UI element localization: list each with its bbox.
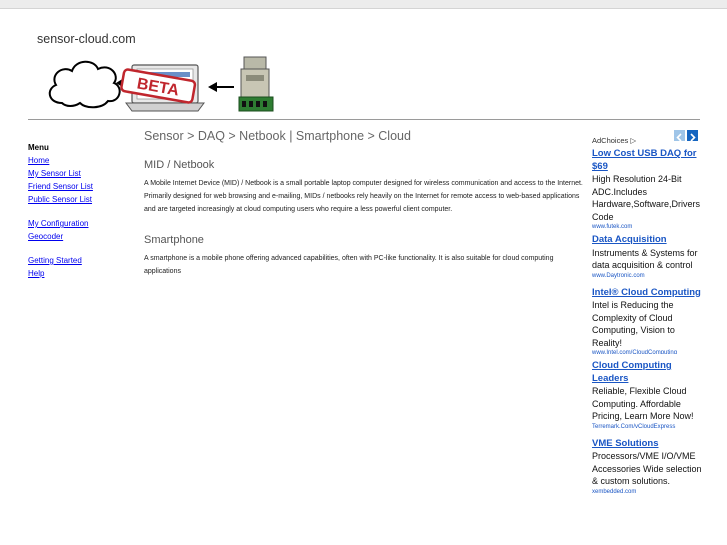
ad-body: High Resolution 24-Bit ADC.Includes Hard… [592,174,701,222]
ads-header: AdChoices ▷ [592,130,702,145]
menu-link-friend-sensor-list[interactable]: Friend Sensor List [28,180,93,193]
banner-illustration: BETA [48,56,274,112]
section-title: MID / Netbook [144,159,215,171]
ad-title-link[interactable]: Data Acquisition [592,234,702,247]
menu-link-geocoder[interactable]: Geocoder [28,230,93,243]
ad-item: Intel® Cloud Computing Intel is Reducing… [592,287,702,355]
ad-body: Reliable, Flexible Cloud Computing. Affo… [592,386,694,421]
menu-link-getting-started[interactable]: Getting Started [28,254,93,267]
menu-title: Menu [28,143,49,152]
sidebar-menu: Menu Home My Sensor List Friend Sensor L… [28,141,93,280]
ads-column: AdChoices ▷ Low Cost USB DAQ for $69 Hig… [592,130,702,497]
ad-body: Processors/VME I/O/VME Accessories Wide … [592,451,702,486]
ad-prev-button[interactable] [674,130,685,142]
ad-item: Low Cost USB DAQ for $69 High Resolution… [592,148,702,228]
chevron-left-icon [676,133,682,142]
menu-link-my-sensor-list[interactable]: My Sensor List [28,167,93,180]
ad-item: Cloud Computing Leaders Reliable, Flexib… [592,360,702,432]
adchoices-icon: ▷ [630,136,637,145]
main-content: Sensor > DAQ > Netbook | Smartphone > Cl… [144,129,584,278]
ad-title-link[interactable]: Low Cost USB DAQ for $69 [592,148,702,173]
ad-url-link[interactable]: www.Intel.com/CloudComputing [592,349,702,354]
arrow-left-icon [208,82,234,92]
ad-body: Instruments & Systems for data acquisiti… [592,247,698,271]
ad-url-link[interactable]: xembedded.com [592,488,702,497]
adchoices-label[interactable]: AdChoices ▷ [592,136,636,145]
ad-title-link[interactable]: Cloud Computing Leaders [592,360,702,385]
menu-link-help[interactable]: Help [28,267,93,280]
ad-title-link[interactable]: VME Solutions [592,438,702,451]
breadcrumb: Sensor > DAQ > Netbook | Smartphone > Cl… [144,129,411,143]
ad-url-link[interactable]: www.futek.com [592,223,702,228]
section-text: A smartphone is a mobile phone offering … [144,255,554,275]
chevron-right-icon [690,133,696,142]
header-divider [28,119,700,120]
daq-device-icon [238,56,274,112]
page: sensor-cloud.com BETA Menu Home My Senso… [0,8,727,545]
ad-next-button[interactable] [687,130,698,142]
ad-title-link[interactable]: Intel® Cloud Computing [592,287,702,300]
ad-item: VME Solutions Processors/VME I/O/VME Acc… [592,438,702,497]
site-title: sensor-cloud.com [37,32,136,46]
cloud-icon [48,60,121,109]
menu-link-home[interactable]: Home [28,154,93,167]
ad-item: Data Acquisition Instruments & Systems f… [592,234,702,281]
menu-link-my-configuration[interactable]: My Configuration [28,217,93,230]
section-title: Smartphone [144,234,204,246]
ad-url-link[interactable]: www.Daytronic.com [592,272,702,281]
ad-body: Intel is Reducing the Complexity of Clou… [592,300,675,348]
menu-link-public-sensor-list[interactable]: Public Sensor List [28,193,93,206]
ad-url-link[interactable]: Terremark.Com/vCloudExpress [592,423,702,432]
section-text: A Mobile Internet Device (MID) / Netbook… [144,180,583,213]
